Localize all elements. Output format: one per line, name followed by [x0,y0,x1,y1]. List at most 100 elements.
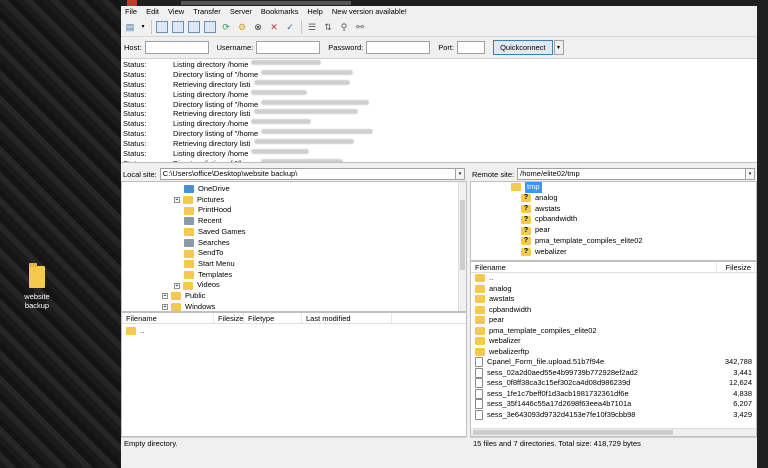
menu-edit[interactable]: Edit [146,7,159,16]
refresh-icon[interactable]: ⟳ [220,21,232,33]
tree-item-label: Saved Games [198,226,246,236]
reconnect-icon[interactable]: ✓ [284,21,296,33]
scrollbar-thumb[interactable] [460,200,465,270]
list-item[interactable]: pear [471,315,756,326]
list-item[interactable]: cpbandwidth [471,305,756,316]
search-icon[interactable]: ⚯ [354,21,366,33]
obscured-text [261,129,374,135]
tree-item[interactable]: Searches [184,238,230,249]
tree-item[interactable]: tmp [511,182,542,193]
menu-bar: File Edit View Transfer Server Bookmarks… [121,6,757,17]
tree-item[interactable]: Saved Games [184,227,246,238]
host-input[interactable] [144,41,209,54]
tree-item[interactable]: Start Menu [184,259,235,270]
tree-item[interactable]: ? awstats [521,204,560,215]
col-last-modified[interactable]: Last modified [302,313,392,323]
port-input[interactable] [457,41,486,54]
tree-item[interactable]: + Windows [162,302,215,311]
message-log[interactable]: Status: Listing directory /home Status: Dir… [121,59,757,163]
col-filesize[interactable]: Filesize [214,313,244,323]
list-item[interactable]: sess_0f8ff38ca3c15ef302ca4d08d986239d 12,… [471,378,756,389]
toggle-remote-tree-icon[interactable] [188,20,200,33]
tree-item[interactable]: ? cpbandwidth [521,214,577,225]
folder-icon [475,316,485,325]
list-item[interactable]: sess_1fe1c7beff0f1d3acb1981732361df6e 4,8… [471,389,756,400]
horizontal-scrollbar[interactable] [471,428,756,436]
tree-item[interactable]: PrintHood [184,205,231,216]
tree-item-label: PrintHood [198,205,232,215]
cancel-icon[interactable]: ⊗ [252,21,264,33]
remote-directory-tree[interactable]: tmp? analog? awstats? cpbandwidth? pear? pma_… [470,181,757,261]
tree-item[interactable]: ? analog [521,193,558,204]
log-message: Directory listing of "/home [173,69,259,79]
expand-icon[interactable]: + [162,304,168,311]
list-item[interactable]: pma_template_compiles_elite02 [471,326,756,337]
col-filename[interactable]: Filename [471,262,717,272]
scrollbar-thumb[interactable] [473,430,673,435]
tree-item[interactable]: OneDrive [184,184,230,195]
username-input[interactable] [256,41,321,54]
remote-path-input[interactable]: /home/elite02/tmp [517,168,746,180]
expand-icon[interactable]: + [162,293,168,300]
list-item[interactable]: sess_02a2d0aed55e4b99739b772928ef2ad2 3,4… [471,368,756,379]
file-name: sess_3e643093d9732d4153e7fe10f39cbb98 [487,409,636,419]
tree-item[interactable]: SendTo [184,248,223,259]
tree-item[interactable]: + Pictures [174,195,224,206]
list-item[interactable]: Cpanel_Form_file.upload.51b7f94e 342,788 [471,357,756,368]
list-item[interactable]: .. [471,273,756,284]
tree-item[interactable]: ? pear [521,225,550,236]
dropdown-arrow-icon[interactable]: ▾ [140,21,146,33]
desktop-folder-website-backup[interactable]: website backup [18,263,56,310]
menu-new-version[interactable]: New version available! [332,7,407,16]
directory-filter-icon[interactable]: ☰ [306,21,318,33]
tree-item[interactable]: Recent [184,216,222,227]
file-name: analog [489,283,512,293]
list-item[interactable]: .. [122,326,466,337]
local-file-list[interactable]: Filename Filesize Filetype Last modified… [121,312,467,437]
expand-icon[interactable]: + [174,282,180,289]
log-message: Listing directory /home [173,60,249,69]
col-filetype[interactable]: Filetype [244,313,302,323]
quickconnect-button[interactable]: Quickconnect [493,40,553,55]
list-item[interactable]: awstats [471,294,756,305]
compare-icon[interactable]: ⚲ [338,21,350,33]
list-item[interactable]: analog [471,284,756,295]
quickconnect-history-dropdown[interactable]: ▾ [553,40,564,55]
obscured-text [261,69,354,75]
local-path-input[interactable]: C:\Users\office\Desktop\website backup\ [159,168,456,180]
list-item[interactable]: sess_35f1446c55a17d2698f63eea4b7101a 6,20… [471,399,756,410]
remote-file-list[interactable]: Filename Filesize .. analog awstats cpbandw… [470,261,757,437]
sync-browse-icon[interactable]: ⇅ [322,21,334,33]
disconnect-icon[interactable]: ✕ [268,21,280,33]
tree-item[interactable]: ? pma_template_compiles_elite02 [521,236,643,247]
list-item[interactable]: webalizer [471,336,756,347]
list-item[interactable]: webalizerftp [471,347,756,358]
menu-transfer[interactable]: Transfer [193,7,221,16]
local-directory-tree[interactable]: OneDrive + Pictures PrintHood Recent Saved Ga… [121,181,467,312]
remote-path-dropdown[interactable]: ▾ [746,168,755,180]
password-input[interactable] [366,41,431,54]
site-manager-icon[interactable]: ▤ [124,21,136,33]
tree-item[interactable]: Templates [184,270,232,281]
menu-file[interactable]: File [125,7,137,16]
vertical-scrollbar[interactable] [458,182,466,311]
col-filesize[interactable]: Filesize [717,262,755,272]
menu-view[interactable]: View [168,7,184,16]
folder-icon [184,249,194,258]
menu-bookmarks[interactable]: Bookmarks [261,7,299,16]
file-name: webalizer [489,336,521,345]
local-path-dropdown[interactable]: ▾ [456,168,465,180]
tree-item[interactable]: + Public [162,291,205,302]
toggle-queue-icon[interactable] [204,20,216,33]
list-item[interactable]: sess_3e643093d9732d4153e7fe10f39cbb98 3,4… [471,410,756,421]
tree-item[interactable]: + Videos [174,280,220,291]
expand-icon[interactable]: + [174,197,180,204]
menu-help[interactable]: Help [307,7,322,16]
toggle-local-tree-icon[interactable] [172,20,184,33]
toggle-log-icon[interactable] [156,20,168,33]
col-filename[interactable]: Filename [122,313,214,323]
menu-server[interactable]: Server [230,7,252,16]
process-queue-icon[interactable]: ⚙ [236,21,248,33]
folder-icon [511,183,521,192]
tree-item[interactable]: ? webalizer [521,247,567,258]
